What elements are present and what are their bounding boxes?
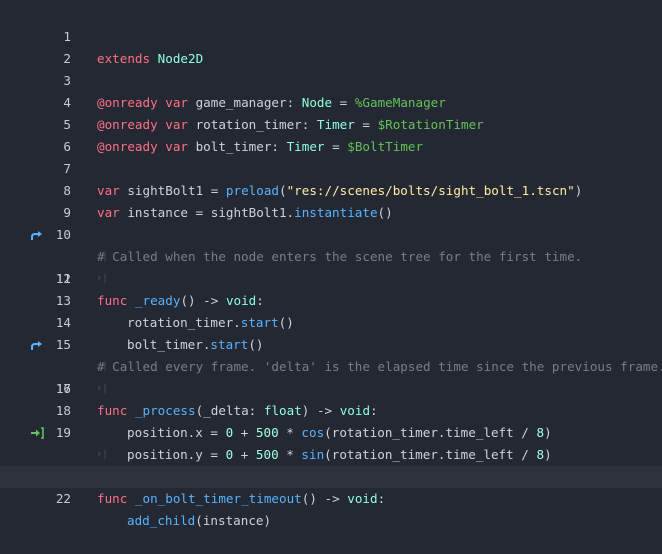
code-line-4[interactable]: 4 @onready var rotation_timer: Timer = $… [0,70,662,132]
code-line-3[interactable]: 3 @onready var game_manager: Node = %Gam… [0,48,662,110]
signal-connection-icon[interactable] [30,426,44,440]
indent-tab-icon: ›| [96,383,109,394]
code-line-7[interactable]: 7 var sightBolt1 = preload("res://scenes… [0,136,662,198]
code-line-19[interactable]: 19 [0,400,662,440]
code-editor[interactable]: 1 extends Node2D 2 3 @onready var game_m… [0,0,662,528]
code-line-21[interactable]: 21 ›| add_child(instance) [0,444,662,528]
code-line-17[interactable]: 17 ›| position.x = 0 + 500 * cos(rotatio… [0,356,662,440]
code-line-14[interactable]: 14 [0,290,662,330]
code-line-10[interactable]: 10 # Called when the node enters the sce… [0,202,662,264]
line-number: 22 [55,491,71,506]
code-line-5[interactable]: 5 @onready var bolt_timer: Timer = $Bolt… [0,92,662,154]
code-line-8[interactable]: 8 var instance = sightBolt1.instantiate(… [0,158,662,220]
code-line-6[interactable]: 6 [0,114,662,154]
code-text: add_child(instance) [127,513,272,528]
code-line-20[interactable]: 20 func _on_bolt_timer_timeout() -> void… [0,422,662,506]
code-line-13[interactable]: 13 ›| bolt_timer.start() [0,268,662,352]
code-line-16[interactable]: 16 func _process(_delta: float) -> void: [0,334,662,418]
code-line-1[interactable]: 1 extends Node2D [0,4,662,66]
code-line-22-current[interactable]: 22 [0,466,662,506]
code-line-18[interactable]: 18 ›| position.y = 0 + 500 * sin(rotatio… [0,378,662,462]
override-arrow-icon[interactable] [30,228,44,242]
code-line-9[interactable]: 9 [0,180,662,220]
indent-tab-icon: ›| [96,251,109,262]
indent-tab-icon: ›| [96,361,109,372]
indent-tab-icon: ›| [96,273,109,284]
code-line-11[interactable]: 11 func _ready() -> void: [0,224,662,308]
indent-tab-icon: ›| [96,449,109,460]
code-line-15[interactable]: 15 # Called every frame. 'delta' is the … [0,312,662,374]
override-arrow-icon[interactable] [30,338,44,352]
code-text: func _on_bolt_timer_timeout() -> void: [97,491,386,506]
code-line-12[interactable]: 12 ›| rotation_timer.start() [0,246,662,330]
code-line-2[interactable]: 2 [0,26,662,66]
